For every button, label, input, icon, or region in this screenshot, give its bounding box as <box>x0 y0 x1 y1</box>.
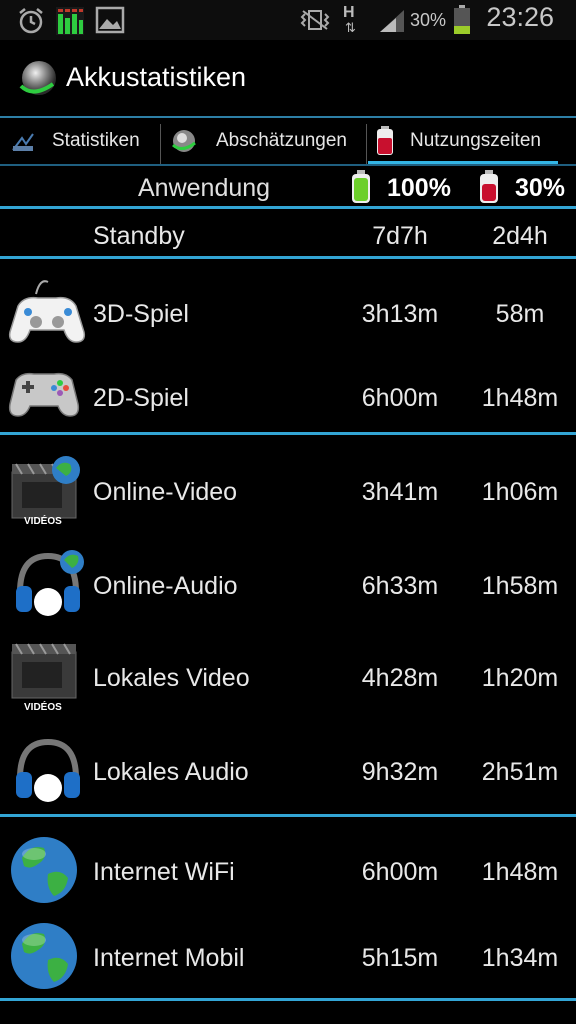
row-value-full: 9h32m <box>361 758 439 786</box>
battery-icon <box>454 5 470 34</box>
divider <box>0 814 576 817</box>
row-label: Lokales Video <box>93 664 250 692</box>
list-item: Internet WiFi 6h00m 1h48m <box>0 828 576 914</box>
column-header: Anwendung 100% 30% <box>0 164 576 208</box>
tab-label: Statistiken <box>52 130 140 151</box>
tab-divider <box>366 124 367 164</box>
row-label: 2D-Spiel <box>93 384 189 412</box>
row-label: Internet Mobil <box>93 944 245 972</box>
app-title: Akkustatistiken <box>66 62 247 92</box>
signal-icon <box>380 10 404 32</box>
row-label: Online-Audio <box>93 572 238 600</box>
header-battery-full: 100% <box>387 174 451 202</box>
row-value-low: 2d4h <box>492 222 548 250</box>
row-value-full: 3h13m <box>361 300 439 328</box>
row-value-full: 3h41m <box>361 478 439 506</box>
header-battery-low: 30% <box>515 174 566 202</box>
battery-percent: 30% <box>410 10 447 30</box>
tab-bar: Statistiken Abschätzungen Nutzungszeiten <box>0 116 576 166</box>
tab-label: Nutzungszeiten <box>410 130 541 151</box>
list-item: Online-Audio 6h33m 1h58m <box>0 540 576 630</box>
row-value-full: 7d7h <box>372 222 428 250</box>
list-item: VIDÉOS Online-Video 3h41m 1h06m <box>0 446 576 538</box>
clock: 23:26 <box>486 2 554 32</box>
video-icon-caption: VIDÉOS <box>24 516 62 527</box>
list-item: Standby 7d7h 2d4h <box>0 210 576 256</box>
row-label: Online-Video <box>93 478 238 506</box>
list-item: 2D-Spiel 6h00m 1h48m <box>0 360 576 432</box>
row-value-low: 1h48m <box>481 858 559 886</box>
headphones-icon <box>16 738 80 802</box>
list-item: Lokales Audio 9h32m 2h51m <box>0 726 576 814</box>
row-label: Lokales Audio <box>93 758 249 786</box>
list-item: Internet Mobil 5h15m 1h34m <box>0 914 576 1000</box>
headphones-globe-icon <box>16 550 84 616</box>
row-label: Standby <box>93 222 185 250</box>
header-application: Anwendung <box>138 174 271 202</box>
list-item: VIDÉOS Lokales Video 4h28m 1h20m <box>0 632 576 724</box>
divider <box>0 256 576 259</box>
row-label: 3D-Spiel <box>93 300 189 328</box>
divider <box>0 432 576 435</box>
battery-full-icon <box>352 170 370 203</box>
row-value-low: 1h58m <box>481 572 559 600</box>
row-value-full: 5h15m <box>361 944 439 972</box>
row-value-low: 1h48m <box>481 384 559 412</box>
battery-chart-icon <box>12 133 34 151</box>
tab-label: Abschätzungen <box>216 130 347 151</box>
row-label: Internet WiFi <box>93 858 235 886</box>
battery-low-icon <box>480 170 498 203</box>
tab-nutzungszeiten[interactable]: Nutzungszeiten <box>376 118 566 164</box>
row-value-full: 6h00m <box>361 858 439 886</box>
vibrate-icon <box>300 10 330 30</box>
divider <box>0 206 576 209</box>
data-arrows-icon: ⇅ <box>345 20 356 35</box>
gamepad-white-icon <box>8 280 86 343</box>
list-item: 3D-Spiel 3h13m 58m <box>0 268 576 358</box>
tab-abschaetzungen[interactable]: Abschätzungen <box>170 118 366 164</box>
equalizer-icon <box>56 7 84 35</box>
tab-divider <box>160 124 161 164</box>
battery-red-icon <box>377 126 393 155</box>
globe-icon <box>11 837 77 903</box>
title-bar: Akkustatistiken <box>0 40 576 116</box>
alarm-icon <box>19 8 43 34</box>
row-value-full: 6h33m <box>361 572 439 600</box>
row-value-low: 1h34m <box>481 944 559 972</box>
row-value-full: 4h28m <box>361 664 439 692</box>
divider <box>0 998 576 1001</box>
tab-statistiken[interactable]: Statistiken <box>10 118 160 164</box>
app-logo-icon <box>19 61 56 95</box>
image-icon <box>95 6 125 34</box>
row-value-low: 2h51m <box>481 758 559 786</box>
row-value-low: 1h20m <box>481 664 559 692</box>
status-bar: H ⇅ 30% 23:26 <box>0 0 576 40</box>
row-value-low: 58m <box>495 300 545 328</box>
video-icon-caption: VIDÉOS <box>24 702 62 713</box>
row-value-low: 1h06m <box>481 478 559 506</box>
logo-icon <box>172 130 196 152</box>
video-icon <box>11 643 77 699</box>
row-value-full: 6h00m <box>361 384 439 412</box>
globe-icon <box>11 923 77 989</box>
gamepad-grey-icon <box>8 372 80 417</box>
